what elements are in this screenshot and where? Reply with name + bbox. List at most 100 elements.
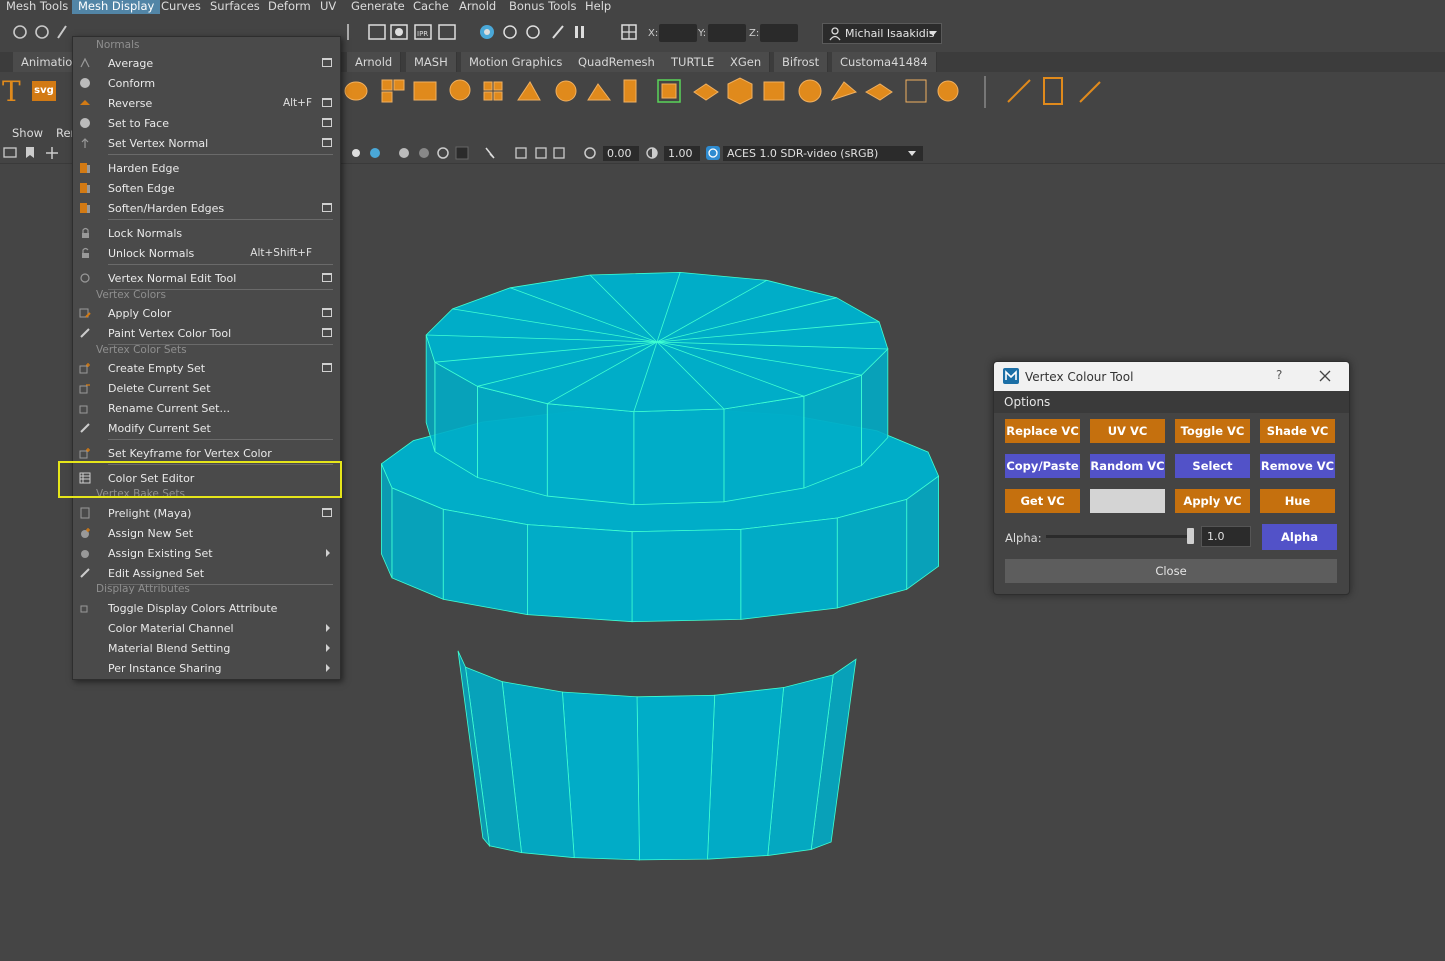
- assign-existing-set-icon: [81, 550, 89, 558]
- toggle-display-colors-icon: [80, 605, 88, 613]
- shortcut-label: Alt+Shift+F: [250, 247, 312, 259]
- mesh-face: [836, 498, 908, 609]
- option-box-icon[interactable]: [322, 98, 332, 107]
- menu-separator: [108, 219, 333, 220]
- option-box-icon[interactable]: [322, 203, 332, 212]
- alpha-value-field[interactable]: 1.0: [1201, 526, 1251, 547]
- option-box-icon[interactable]: [322, 308, 332, 317]
- help-button[interactable]: ?: [1276, 368, 1282, 382]
- get-vc-button[interactable]: Get VC: [1005, 489, 1080, 513]
- menu-item-unlock-normals[interactable]: Unlock Normals Alt+Shift+F: [73, 243, 340, 263]
- submenu-arrow-icon: [326, 644, 330, 652]
- mesh-face: [631, 528, 742, 623]
- random-vc-button[interactable]: Random VC: [1090, 454, 1165, 478]
- create-set-icon: [79, 363, 90, 374]
- close-button[interactable]: Close: [1005, 559, 1337, 583]
- menu-item-label: Per Instance Sharing: [108, 662, 222, 675]
- alpha-slider-handle[interactable]: [1186, 528, 1194, 544]
- menu-item-set-to-face[interactable]: Set to Face: [73, 113, 340, 133]
- apply-color-icon: [79, 308, 91, 318]
- submenu-arrow-icon: [326, 549, 330, 557]
- select-button[interactable]: Select: [1175, 454, 1250, 478]
- set-to-face-icon: [80, 118, 90, 128]
- option-box-icon[interactable]: [322, 508, 332, 517]
- menu-separator: [108, 439, 333, 440]
- menu-item-vertex-normal-edit-tool[interactable]: Vertex Normal Edit Tool: [73, 268, 340, 288]
- menu-item-label: Soften Edge: [108, 182, 175, 195]
- menu-item-assign-existing-set[interactable]: Assign Existing Set: [73, 543, 340, 563]
- toggle-vc-button[interactable]: Toggle VC: [1175, 419, 1250, 443]
- option-box-icon[interactable]: [322, 58, 332, 67]
- color-swatch[interactable]: [1090, 489, 1165, 513]
- option-box-icon[interactable]: [322, 273, 332, 282]
- menu-item-paint-vertex-color-tool[interactable]: Paint Vertex Color Tool: [73, 323, 340, 343]
- close-icon[interactable]: [1319, 370, 1331, 382]
- dialog-title: Vertex Colour Tool: [1025, 370, 1134, 384]
- option-box-icon[interactable]: [322, 363, 332, 372]
- menu-item-rename-current-set[interactable]: Rename Current Set...: [73, 398, 340, 418]
- replace-vc-button[interactable]: Replace VC: [1005, 419, 1080, 443]
- option-box-icon[interactable]: [322, 328, 332, 337]
- menu-item-delete-current-set[interactable]: Delete Current Set: [73, 378, 340, 398]
- menu-item-lock-normals[interactable]: Lock Normals: [73, 223, 340, 243]
- menu-item-label: Set Vertex Normal: [108, 137, 209, 150]
- menu-item-soften-edge[interactable]: Soften Edge: [73, 178, 340, 198]
- menu-item-harden-edge[interactable]: Harden Edge: [73, 158, 340, 178]
- menu-item-label: Edit Assigned Set: [108, 567, 205, 580]
- menu-separator: [108, 154, 333, 155]
- set-vertex-normal-icon: [81, 138, 89, 148]
- alpha-button[interactable]: Alpha: [1262, 524, 1337, 550]
- menu-item-per-instance-sharing[interactable]: Per Instance Sharing: [73, 658, 340, 678]
- copy-paste-button[interactable]: Copy/Paste: [1005, 454, 1080, 478]
- menu-item-label: Harden Edge: [108, 162, 180, 175]
- shade-vc-button[interactable]: Shade VC: [1260, 419, 1335, 443]
- section-vertex-color-sets: Vertex Color Sets: [96, 344, 187, 356]
- menu-item-label: Lock Normals: [108, 227, 183, 240]
- menu-item-average[interactable]: Average: [73, 53, 340, 73]
- menu-item-material-blend-setting[interactable]: Material Blend Setting: [73, 638, 340, 658]
- mesh-face: [527, 524, 633, 623]
- conform-icon: [80, 78, 90, 88]
- uv-vc-button[interactable]: UV VC: [1090, 419, 1165, 443]
- menu-item-color-material-channel[interactable]: Color Material Channel: [73, 618, 340, 638]
- menu-item-label: Set Keyframe for Vertex Color: [108, 447, 272, 460]
- menu-item-prelight[interactable]: Prelight (Maya): [73, 503, 340, 523]
- menu-item-soften-harden-edges[interactable]: Soften/Harden Edges: [73, 198, 340, 218]
- menu-item-reverse[interactable]: Reverse Alt+F: [73, 93, 340, 113]
- mesh-face: [561, 691, 640, 861]
- menu-item-label: Delete Current Set: [108, 382, 211, 395]
- dialog-title-bar[interactable]: Vertex Colour Tool ?: [994, 362, 1349, 391]
- menu-item-conform[interactable]: Conform: [73, 73, 340, 93]
- menu-item-label: Rename Current Set...: [108, 402, 230, 415]
- menu-item-modify-current-set[interactable]: Modify Current Set: [73, 418, 340, 438]
- menu-item-label: Average: [108, 57, 154, 70]
- menu-separator: [108, 264, 333, 265]
- option-box-icon[interactable]: [322, 118, 332, 127]
- mesh-face: [476, 385, 548, 497]
- menu-item-toggle-display-colors[interactable]: Toggle Display Colors Attribute: [73, 598, 340, 618]
- delete-set-icon: [79, 384, 90, 394]
- menu-item-label: Unlock Normals: [108, 247, 195, 260]
- submenu-arrow-icon: [326, 664, 330, 672]
- option-box-icon[interactable]: [322, 138, 332, 147]
- menu-item-label: Conform: [108, 77, 156, 90]
- remove-vc-button[interactable]: Remove VC: [1260, 454, 1335, 478]
- vertex-normal-edit-icon: [80, 273, 90, 283]
- alpha-slider-track[interactable]: [1046, 535, 1194, 538]
- menu-item-assign-new-set[interactable]: Assign New Set: [73, 523, 340, 543]
- menu-item-apply-color[interactable]: Apply Color: [73, 303, 340, 323]
- harden-edge-icon: [80, 163, 90, 173]
- menu-item-label: Set to Face: [108, 117, 169, 130]
- menu-item-create-empty-set[interactable]: Create Empty Set: [73, 358, 340, 378]
- menu-item-edit-assigned-set[interactable]: Edit Assigned Set: [73, 563, 340, 583]
- rename-set-icon: [79, 405, 88, 414]
- menu-item-set-vertex-normal[interactable]: Set Vertex Normal: [73, 133, 340, 153]
- menu-item-label: Assign New Set: [108, 527, 194, 540]
- menu-item-label: Create Empty Set: [108, 362, 206, 375]
- mesh-face: [636, 694, 716, 861]
- hue-button[interactable]: Hue: [1260, 489, 1335, 513]
- menu-item-set-keyframe-vertex-color[interactable]: Set Keyframe for Vertex Color: [73, 443, 340, 463]
- annotation-highlight-box: [58, 461, 342, 498]
- alpha-label: Alpha:: [1005, 531, 1042, 545]
- apply-vc-button[interactable]: Apply VC: [1175, 489, 1250, 513]
